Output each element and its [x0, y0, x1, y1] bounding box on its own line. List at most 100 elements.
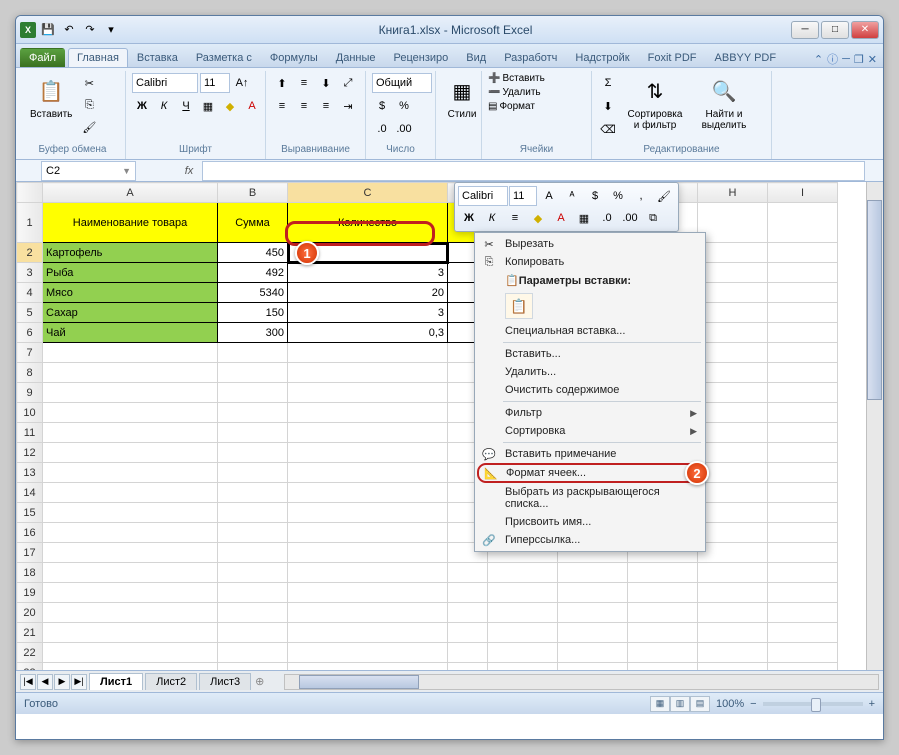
cell-G22[interactable] — [628, 643, 698, 663]
cell-I7[interactable] — [768, 343, 838, 363]
cell-C10[interactable] — [288, 403, 448, 423]
cell-C19[interactable] — [288, 583, 448, 603]
cell-B4[interactable]: 5340 — [218, 283, 288, 303]
cell-D19[interactable] — [448, 583, 488, 603]
cell-A11[interactable] — [43, 423, 218, 443]
cell-B10[interactable] — [218, 403, 288, 423]
cell-I8[interactable] — [768, 363, 838, 383]
row-header-4[interactable]: 4 — [17, 283, 43, 303]
font-color-icon[interactable]: A — [242, 96, 262, 116]
cell-C9[interactable] — [288, 383, 448, 403]
row-header-3[interactable]: 3 — [17, 263, 43, 283]
zoom-slider[interactable] — [763, 702, 863, 706]
cell-I9[interactable] — [768, 383, 838, 403]
cell-I15[interactable] — [768, 503, 838, 523]
cell-E22[interactable] — [488, 643, 558, 663]
row-header-15[interactable]: 15 — [17, 503, 43, 523]
cell-I1[interactable] — [768, 203, 838, 243]
italic-icon[interactable]: К — [154, 96, 174, 116]
cell-A3[interactable]: Рыба — [43, 263, 218, 283]
underline-icon[interactable]: Ч — [176, 96, 196, 116]
cell-A6[interactable]: Чай — [43, 323, 218, 343]
mini-fill-color-icon[interactable]: ◆ — [527, 208, 549, 228]
column-header-B[interactable]: B — [218, 183, 288, 203]
row-header-16[interactable]: 16 — [17, 523, 43, 543]
ribbon-minimize-icon[interactable]: ⌃ — [814, 53, 823, 66]
mini-format-painter-icon[interactable]: 🖌 — [653, 186, 675, 206]
cell-C5[interactable]: 3 — [288, 303, 448, 323]
cell-D22[interactable] — [448, 643, 488, 663]
cell-G23[interactable] — [628, 663, 698, 671]
cell-C22[interactable] — [288, 643, 448, 663]
cm-insert-comment[interactable]: 💬Вставить примечание — [477, 445, 703, 463]
cell-B20[interactable] — [218, 603, 288, 623]
percent-icon[interactable]: % — [394, 96, 414, 116]
sheet-nav-prev-icon[interactable]: ◀ — [37, 674, 53, 690]
orientation-icon[interactable]: ⤢ — [338, 73, 358, 93]
currency-icon[interactable]: $ — [372, 96, 392, 116]
border-icon[interactable]: ▦ — [198, 96, 218, 116]
tab-file[interactable]: Файл — [20, 48, 65, 67]
row-header-12[interactable]: 12 — [17, 443, 43, 463]
select-all-corner[interactable] — [17, 183, 43, 203]
cut-icon[interactable]: ✂ — [79, 73, 99, 93]
column-header-A[interactable]: A — [43, 183, 218, 203]
cell-C20[interactable] — [288, 603, 448, 623]
cell-G20[interactable] — [628, 603, 698, 623]
cell-C17[interactable] — [288, 543, 448, 563]
bold-icon[interactable]: Ж — [132, 96, 152, 116]
cell-H6[interactable] — [698, 323, 768, 343]
column-header-I[interactable]: I — [768, 183, 838, 203]
align-top-icon[interactable]: ⬆ — [272, 73, 292, 93]
align-bottom-icon[interactable]: ⬇ — [316, 73, 336, 93]
row-header-20[interactable]: 20 — [17, 603, 43, 623]
cell-C3[interactable]: 3 — [288, 263, 448, 283]
sort-filter-button[interactable]: ⇅ Сортировка и фильтр — [621, 73, 689, 133]
cm-clear[interactable]: Очистить содержимое — [477, 381, 703, 399]
cell-I11[interactable] — [768, 423, 838, 443]
cell-B21[interactable] — [218, 623, 288, 643]
horizontal-scrollbar[interactable] — [284, 674, 879, 690]
cell-B1[interactable]: Сумма — [218, 203, 288, 243]
cells-insert-button[interactable]: ➕Вставить — [488, 73, 545, 84]
cell-A5[interactable]: Сахар — [43, 303, 218, 323]
cell-A19[interactable] — [43, 583, 218, 603]
cm-hyperlink[interactable]: 🔗Гиперссылка... — [477, 531, 703, 549]
cell-I14[interactable] — [768, 483, 838, 503]
cell-I19[interactable] — [768, 583, 838, 603]
row-header-13[interactable]: 13 — [17, 463, 43, 483]
cell-I4[interactable] — [768, 283, 838, 303]
tab-abbyy[interactable]: ABBYY PDF — [706, 48, 786, 67]
qat-dropdown-icon[interactable]: ▾ — [102, 21, 120, 39]
mini-italic-icon[interactable]: К — [481, 208, 503, 228]
clear-icon[interactable]: ⌫ — [598, 119, 618, 139]
cell-A17[interactable] — [43, 543, 218, 563]
cell-D18[interactable] — [448, 563, 488, 583]
styles-button[interactable]: ▦ Стили — [442, 73, 482, 122]
cell-I12[interactable] — [768, 443, 838, 463]
cell-H4[interactable] — [698, 283, 768, 303]
cell-H7[interactable] — [698, 343, 768, 363]
cell-E18[interactable] — [488, 563, 558, 583]
sheet-tab-1[interactable]: Лист1 — [89, 673, 143, 690]
cm-delete[interactable]: Удалить... — [477, 363, 703, 381]
cell-G21[interactable] — [628, 623, 698, 643]
cm-insert[interactable]: Вставить... — [477, 345, 703, 363]
cell-H19[interactable] — [698, 583, 768, 603]
fill-color-icon[interactable]: ◆ — [220, 96, 240, 116]
mini-grow-font-icon[interactable]: A — [538, 186, 560, 206]
row-header-18[interactable]: 18 — [17, 563, 43, 583]
cell-C14[interactable] — [288, 483, 448, 503]
tab-review[interactable]: Рецензиро — [385, 48, 458, 67]
mini-font-name[interactable] — [458, 186, 508, 206]
mini-font-size[interactable] — [509, 186, 537, 206]
row-header-1[interactable]: 1 — [17, 203, 43, 243]
row-header-7[interactable]: 7 — [17, 343, 43, 363]
cell-C11[interactable] — [288, 423, 448, 443]
column-header-C[interactable]: C — [288, 183, 448, 203]
sheet-tab-2[interactable]: Лист2 — [145, 673, 197, 690]
cell-I2[interactable] — [768, 243, 838, 263]
cell-H12[interactable] — [698, 443, 768, 463]
vertical-scrollbar[interactable] — [866, 182, 883, 670]
copy-icon[interactable]: ⎘ — [79, 95, 99, 115]
